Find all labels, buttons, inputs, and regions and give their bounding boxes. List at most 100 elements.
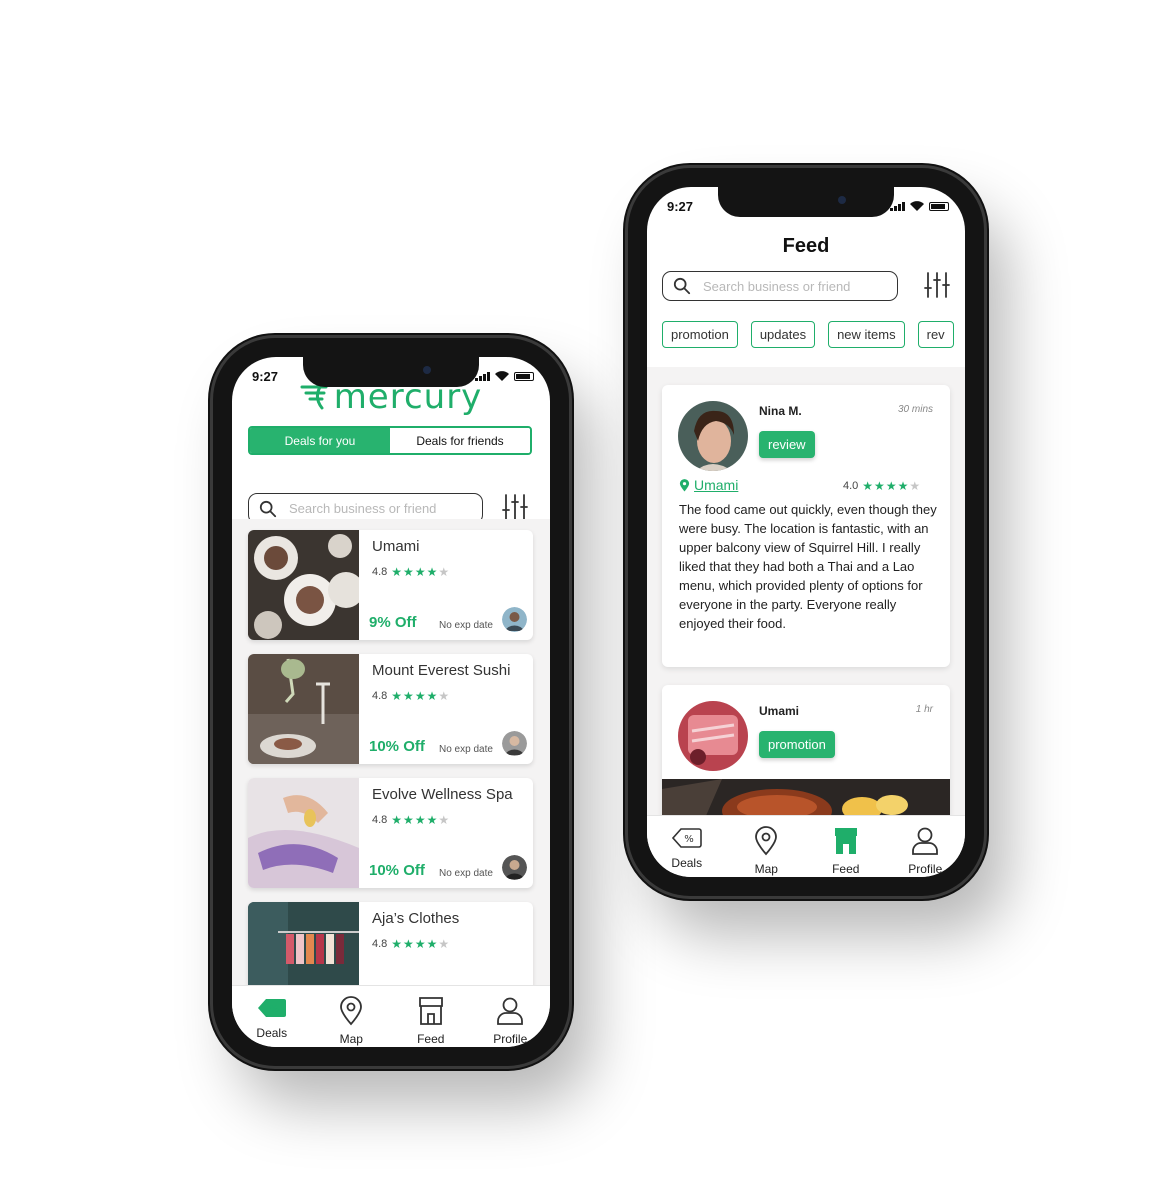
feed-screen: 9:27 Feed promotion updates new items re… (647, 187, 965, 877)
post-author-avatar (678, 701, 748, 771)
tab-map[interactable]: Map (736, 826, 796, 876)
location-pin-icon (679, 478, 690, 491)
tab-feed[interactable]: Feed (816, 826, 876, 876)
friend-avatar (502, 855, 527, 880)
svg-text:%: % (684, 834, 694, 845)
friend-avatar (502, 607, 527, 632)
tab-feed[interactable]: Feed (401, 996, 461, 1046)
rating-value: 4.8 (372, 814, 388, 826)
rating-stars: ★★★★★ (391, 813, 451, 827)
deal-name: Evolve Wellness Spa (372, 786, 513, 803)
filter-chips: promotion updates new items rev (662, 321, 965, 348)
search-input[interactable] (287, 500, 471, 517)
deal-discount: 10% Off (369, 738, 425, 755)
status-time: 9:27 (667, 199, 694, 214)
post-author-name: Nina M. (759, 404, 802, 418)
post-type-badge: review (759, 431, 815, 458)
wing-icon (300, 385, 328, 410)
tab-label: Map (339, 1032, 363, 1046)
storefront-icon (417, 996, 445, 1026)
deal-thumbnail-umami (248, 530, 359, 640)
deal-expiry: No exp date (439, 868, 493, 879)
chip-new-items[interactable]: new items (828, 321, 905, 348)
storefront-icon (834, 828, 857, 854)
post-image (662, 779, 950, 815)
feed-post[interactable]: Nina M. 30 mins review Umami 4.0 ★★★★★ T… (662, 385, 950, 667)
post-type-badge: promotion (759, 731, 835, 758)
chip-reviews[interactable]: rev (917, 321, 954, 348)
deal-expiry: No exp date (439, 620, 493, 631)
deal-rating: 4.8 ★★★★★ (372, 565, 450, 579)
deal-rating: 4.8 ★★★★★ (372, 937, 450, 951)
tab-label: Deals (256, 1026, 288, 1040)
bottom-tab-bar: % Deals Map Feed Profile (647, 815, 965, 877)
tab-label: Deals (671, 856, 703, 870)
deals-list: Umami 4.8 ★★★★★ 9% Off No exp date Mount… (232, 519, 550, 985)
deals-segmented-control: Deals for you Deals for friends (248, 426, 532, 455)
tab-deals[interactable]: Deals (242, 996, 302, 1040)
rating-value: 4.8 (372, 566, 388, 578)
page-title: Feed (782, 235, 830, 257)
deal-discount: 10% Off (369, 862, 425, 879)
tab-label: Profile (908, 862, 943, 876)
search-input[interactable] (701, 277, 885, 295)
status-icons (475, 371, 534, 381)
deal-card[interactable]: Aja’s Clothes 4.8 ★★★★★ (248, 902, 533, 985)
deal-card[interactable]: Evolve Wellness Spa 4.8 ★★★★★ 10% Off No… (248, 778, 533, 888)
rating-stars: ★★★★★ (862, 479, 922, 493)
map-pin-icon (339, 996, 363, 1026)
post-location-link[interactable]: Umami (679, 477, 738, 493)
tab-label: Feed (417, 1032, 445, 1046)
rating-value: 4.8 (372, 690, 388, 702)
tab-map[interactable]: Map (321, 996, 381, 1046)
friend-avatar (502, 731, 527, 756)
deal-rating: 4.8 ★★★★★ (372, 813, 450, 827)
deal-expiry: No exp date (439, 744, 493, 755)
post-author-name: Umami (759, 704, 800, 718)
location-name: Umami (694, 477, 739, 493)
battery-icon (514, 372, 534, 381)
deal-name: Umami (372, 538, 420, 555)
phone-deals: 9:27 mercury Deals for you Deals for fri… (213, 338, 569, 1066)
tab-label: Map (754, 862, 778, 876)
bottom-tab-bar: Deals Map Feed Profile (232, 985, 550, 1047)
filter-sliders-icon[interactable] (924, 271, 950, 299)
profile-icon (496, 996, 524, 1026)
rating-stars: ★★★★★ (391, 565, 451, 579)
deal-name: Aja’s Clothes (372, 910, 460, 927)
status-icons (890, 201, 949, 211)
tab-deals-for-you[interactable]: Deals for you (250, 428, 390, 453)
deals-tag-icon (257, 996, 287, 1020)
rating-value: 4.0 (843, 480, 859, 492)
chip-updates[interactable]: updates (750, 321, 816, 348)
rating-stars: ★★★★★ (391, 689, 451, 703)
deals-tag-icon: % (671, 828, 702, 848)
deal-card[interactable]: Umami 4.8 ★★★★★ 9% Off No exp date (248, 530, 533, 640)
search-icon (259, 500, 277, 518)
feed-list: Nina M. 30 mins review Umami 4.0 ★★★★★ T… (647, 367, 965, 815)
post-time: 1 hr (915, 704, 933, 715)
wifi-icon (910, 201, 924, 211)
wifi-icon (495, 371, 509, 381)
tab-profile[interactable]: Profile (480, 996, 540, 1046)
post-author-avatar (678, 401, 748, 471)
tab-label: Feed (832, 862, 860, 876)
rating-value: 4.8 (372, 938, 388, 950)
deal-card[interactable]: Mount Everest Sushi 4.8 ★★★★★ 10% Off No… (248, 654, 533, 764)
tab-deals[interactable]: % Deals (657, 826, 717, 870)
deals-screen: 9:27 mercury Deals for you Deals for fri… (232, 357, 550, 1047)
tab-profile[interactable]: Profile (895, 826, 955, 876)
notch (718, 187, 894, 217)
signal-icon (890, 202, 905, 211)
feed-post[interactable]: Umami 1 hr promotion (662, 685, 950, 815)
tab-deals-for-friends[interactable]: Deals for friends (390, 428, 530, 453)
search-bar (662, 271, 898, 301)
map-pin-icon (754, 826, 778, 856)
notch (303, 357, 479, 387)
chip-promotion[interactable]: promotion (662, 321, 738, 348)
deal-thumbnail-ajas-clothes (248, 902, 359, 985)
profile-icon (911, 826, 939, 856)
filter-sliders-icon[interactable] (502, 493, 528, 521)
deal-discount: 9% Off (369, 614, 417, 631)
battery-icon (929, 202, 949, 211)
